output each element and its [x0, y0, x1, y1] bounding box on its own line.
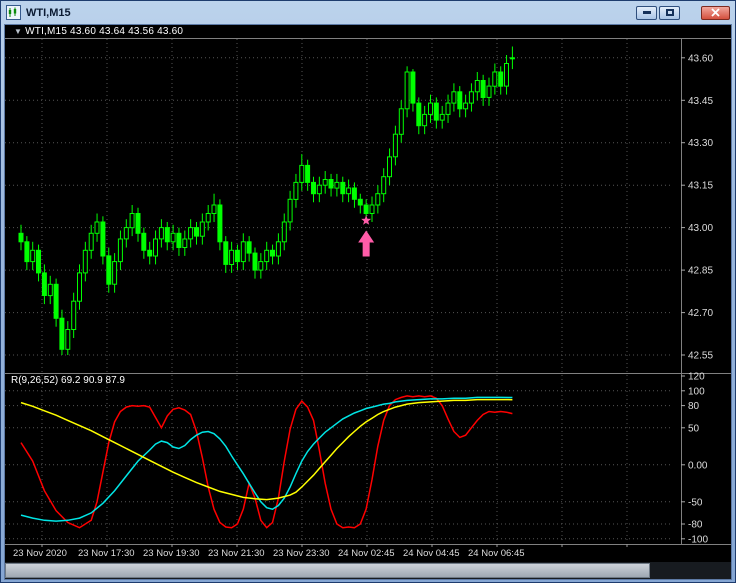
- minimize-icon: [643, 11, 651, 14]
- chart-content: 43.60 43.45 43.30 43.15 43.00 42.85 42.70 42.55…: [4, 24, 732, 580]
- svg-text:43.60: 43.60: [688, 53, 713, 64]
- time-axis[interactable]: 23 Nov 2020 23 Nov 17:30 23 Nov 19:30 23 No…: [13, 544, 627, 559]
- svg-text:24 Nov 02:45: 24 Nov 02:45: [338, 548, 395, 559]
- indicator-label: R(9,26,52) 69.2 90.9 87.9: [11, 375, 125, 386]
- chart-icon: [6, 5, 21, 20]
- svg-text:23 Nov 21:30: 23 Nov 21:30: [208, 548, 265, 559]
- svg-text:43.30: 43.30: [688, 138, 713, 149]
- svg-text:23 Nov 17:30: 23 Nov 17:30: [78, 548, 135, 559]
- pane-borders: [5, 38, 731, 545]
- ohlc-label: ▼ WTI,M15 43.60 43.64 43.56 43.60: [14, 26, 183, 37]
- star-icon: [361, 215, 371, 224]
- svg-text:43.45: 43.45: [688, 96, 713, 107]
- svg-text:23 Nov 2020: 23 Nov 2020: [13, 548, 67, 559]
- maximize-button[interactable]: [659, 6, 680, 20]
- svg-text:42.70: 42.70: [688, 308, 713, 319]
- indicator-line-cyan: [21, 397, 512, 521]
- svg-text:43.15: 43.15: [688, 181, 713, 192]
- indicator-line-yellow: [21, 400, 512, 500]
- svg-text:-100: -100: [688, 534, 708, 545]
- svg-text:23 Nov 19:30: 23 Nov 19:30: [143, 548, 200, 559]
- svg-text:24 Nov 06:45: 24 Nov 06:45: [468, 548, 525, 559]
- price-axis[interactable]: 43.60 43.45 43.30 43.15 43.00 42.85 42.70 42.55…: [681, 53, 713, 545]
- chart-canvas[interactable]: 43.60 43.45 43.30 43.15 43.00 42.85 42.70 42.55…: [5, 25, 731, 561]
- svg-text:42.55: 42.55: [688, 351, 713, 362]
- svg-text:50: 50: [688, 423, 700, 434]
- window-controls: [634, 6, 730, 20]
- grid-lines: [5, 39, 673, 543]
- svg-text:23 Nov 23:30: 23 Nov 23:30: [273, 548, 330, 559]
- svg-text:100: 100: [688, 386, 705, 397]
- svg-text:24 Nov 04:45: 24 Nov 04:45: [403, 548, 460, 559]
- maximize-icon: [666, 9, 674, 16]
- candles: [19, 47, 514, 356]
- titlebar[interactable]: WTI,M15: [4, 1, 732, 24]
- ohlc-text: WTI,M15 43.60 43.64 43.56 43.60: [25, 26, 183, 37]
- window-title: WTI,M15: [26, 7, 71, 19]
- symbol-dropdown-icon[interactable]: ▼: [14, 27, 22, 36]
- horizontal-scrollbar[interactable]: [5, 562, 731, 579]
- chart-window: WTI,M15 43.60 43.45 43.30 43.15 43.00 42.85 42…: [0, 0, 736, 583]
- svg-text:-80: -80: [688, 520, 703, 531]
- buy-arrow-icon: [358, 231, 374, 257]
- svg-text:0.00: 0.00: [688, 460, 708, 471]
- close-button[interactable]: [701, 6, 730, 20]
- svg-text:80: 80: [688, 401, 700, 412]
- svg-text:42.85: 42.85: [688, 266, 713, 277]
- scrollbar-thumb[interactable]: [5, 563, 650, 578]
- close-icon: [711, 8, 720, 17]
- svg-text:43.00: 43.00: [688, 223, 713, 234]
- svg-text:-50: -50: [688, 497, 703, 508]
- svg-text:120: 120: [688, 372, 705, 383]
- minimize-button[interactable]: [636, 6, 657, 20]
